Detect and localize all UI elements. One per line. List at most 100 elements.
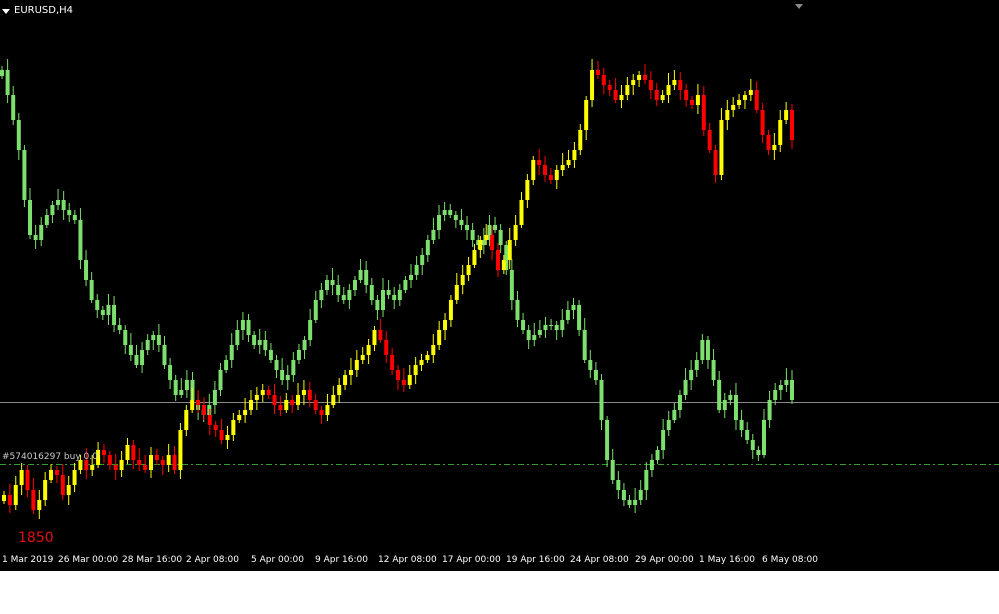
candle-body — [66, 485, 71, 495]
x-tick-label: 12 Apr 08:00 — [378, 555, 437, 565]
candle-body — [409, 275, 414, 280]
candle-body — [722, 400, 727, 410]
candle-body — [95, 300, 100, 310]
candle-body — [572, 150, 577, 160]
candle-body — [442, 210, 447, 215]
candle-body — [525, 180, 530, 200]
candle-body — [84, 260, 89, 280]
candle-body — [621, 490, 626, 500]
candle-body — [672, 410, 677, 420]
candle-body — [739, 420, 744, 430]
candle-body — [90, 465, 95, 470]
candle-body — [637, 75, 642, 80]
chart-menu-triangle-icon[interactable] — [2, 8, 10, 14]
candle-body — [577, 305, 582, 330]
candle-body — [5, 70, 10, 95]
candle-body — [272, 395, 277, 405]
candle-body — [166, 455, 171, 465]
candle-body — [532, 335, 537, 340]
candle-body — [419, 360, 424, 365]
candle-body — [420, 255, 425, 265]
candle-body — [372, 330, 377, 345]
candle-body — [694, 360, 699, 370]
candle-body — [548, 175, 553, 180]
candle-body — [549, 325, 554, 326]
candle-body — [113, 465, 118, 470]
candle-body — [149, 455, 154, 470]
candle-body — [336, 285, 341, 295]
candle-body — [761, 420, 766, 455]
candle-body — [106, 305, 111, 315]
candle-body — [347, 290, 352, 300]
candle-body — [772, 145, 777, 150]
candle-body — [578, 130, 583, 150]
candle-body — [766, 135, 771, 150]
candle-body — [649, 460, 654, 470]
x-tick-label: 29 Apr 00:00 — [635, 555, 694, 565]
series-2 — [0, 59, 794, 513]
candle-body — [313, 400, 318, 410]
candle-body — [213, 425, 218, 430]
chart-shift-marker-icon[interactable] — [795, 4, 803, 9]
candle-body — [330, 280, 335, 285]
candle-body — [571, 305, 576, 310]
candle-body — [711, 360, 716, 380]
candle-body — [260, 390, 265, 395]
candle-body — [725, 110, 730, 120]
candle-body — [731, 105, 736, 110]
candle-body — [231, 420, 236, 435]
candle-body — [89, 280, 94, 300]
candle-body — [672, 80, 677, 85]
candle-body — [123, 330, 128, 345]
candle-body — [401, 380, 406, 385]
candle-body — [302, 340, 307, 350]
x-tick-label: 5 Apr 00:00 — [251, 555, 304, 565]
candle-body — [285, 375, 290, 380]
candle-body — [31, 490, 36, 510]
x-tick-label: 2 Apr 08:00 — [186, 555, 239, 565]
candle-body — [324, 280, 329, 290]
candle-body — [263, 340, 268, 350]
candle-body — [778, 385, 783, 390]
candle-body — [240, 320, 245, 330]
candle-body — [713, 150, 718, 175]
candle-body — [459, 220, 464, 225]
candle-body — [616, 480, 621, 490]
candle-body — [284, 400, 289, 410]
candle-body — [325, 405, 330, 415]
chart-plot-area[interactable] — [0, 0, 999, 571]
candle-body — [498, 230, 503, 245]
x-tick-label: 26 Mar 00:00 — [58, 555, 119, 565]
candle-body — [610, 460, 615, 480]
candle-body — [207, 415, 212, 425]
candle-body — [437, 330, 442, 345]
symbol-timeframe-title: EURUSD,H4 — [14, 5, 74, 16]
candle-body — [599, 380, 604, 420]
candle-body — [784, 380, 789, 385]
candle-body — [0, 70, 4, 76]
candle-body — [513, 225, 518, 240]
candle-body — [28, 200, 33, 235]
candle-body — [390, 355, 395, 370]
series-1 — [2, 59, 794, 519]
x-tick-label: 1 Mar 2019 — [2, 555, 54, 565]
candle-body — [360, 355, 365, 360]
candle-body — [521, 320, 526, 330]
candle-body — [252, 335, 257, 345]
candle-body — [49, 470, 54, 480]
candle-body — [707, 130, 712, 150]
chart-window[interactable]: EURUSD,H4 #574016297 buy 0.0 1850 1 Mar … — [0, 0, 999, 571]
candle-body — [607, 85, 612, 90]
candle-body — [396, 370, 400, 380]
candle-body — [584, 100, 589, 130]
candle-body — [760, 110, 765, 135]
order-line-label: #574016297 buy 0.0 — [2, 452, 98, 462]
candle-body — [660, 95, 665, 100]
candle-body — [296, 395, 301, 405]
candle-body — [403, 280, 408, 290]
candle-body — [313, 300, 318, 320]
candle-body — [493, 225, 498, 230]
candle-body — [554, 325, 559, 330]
candle-body — [613, 90, 618, 100]
candle-body — [633, 500, 638, 505]
